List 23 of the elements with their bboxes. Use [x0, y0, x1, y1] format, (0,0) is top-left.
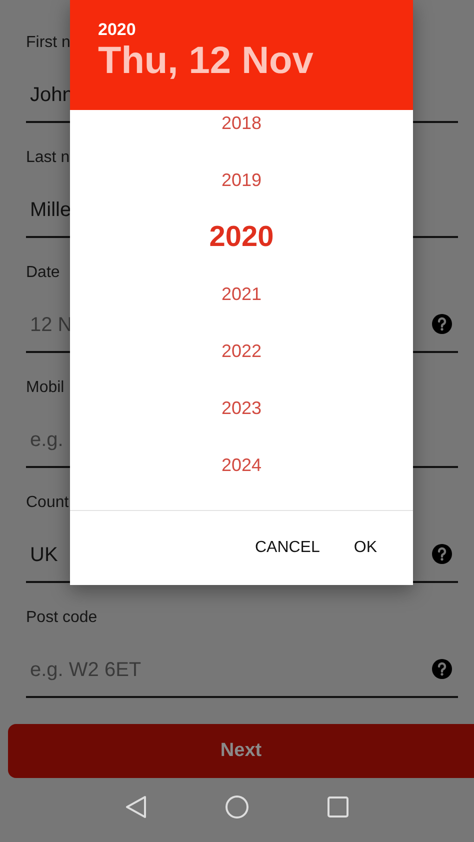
- back-icon[interactable]: [125, 795, 147, 820]
- year-option[interactable]: 2024: [221, 437, 262, 494]
- help-icon[interactable]: [432, 659, 452, 679]
- year-option[interactable]: 2021: [221, 266, 262, 323]
- field-label: Count: [26, 494, 69, 512]
- header-date[interactable]: Thu, 12 Nov: [98, 40, 314, 83]
- year-option[interactable]: 2020: [209, 209, 274, 266]
- year-option[interactable]: 2022: [221, 323, 262, 380]
- help-icon[interactable]: [432, 544, 452, 564]
- field-label: Post code: [26, 609, 98, 627]
- year-option[interactable]: 2019: [221, 152, 262, 209]
- help-icon[interactable]: [432, 314, 452, 334]
- recents-icon[interactable]: [327, 796, 349, 818]
- year-option[interactable]: 2023: [221, 380, 262, 437]
- field-label: Mobil: [26, 379, 64, 397]
- field-label: Last n: [26, 149, 70, 167]
- dialog-button[interactable]: CANCEL: [240, 529, 334, 567]
- dialog-button[interactable]: OK: [340, 529, 391, 567]
- field-label: Date: [26, 264, 60, 282]
- year-option[interactable]: 2018: [221, 110, 262, 152]
- field-label: First n: [26, 34, 70, 52]
- header-year[interactable]: 2020: [98, 20, 136, 40]
- home-icon[interactable]: [225, 795, 249, 820]
